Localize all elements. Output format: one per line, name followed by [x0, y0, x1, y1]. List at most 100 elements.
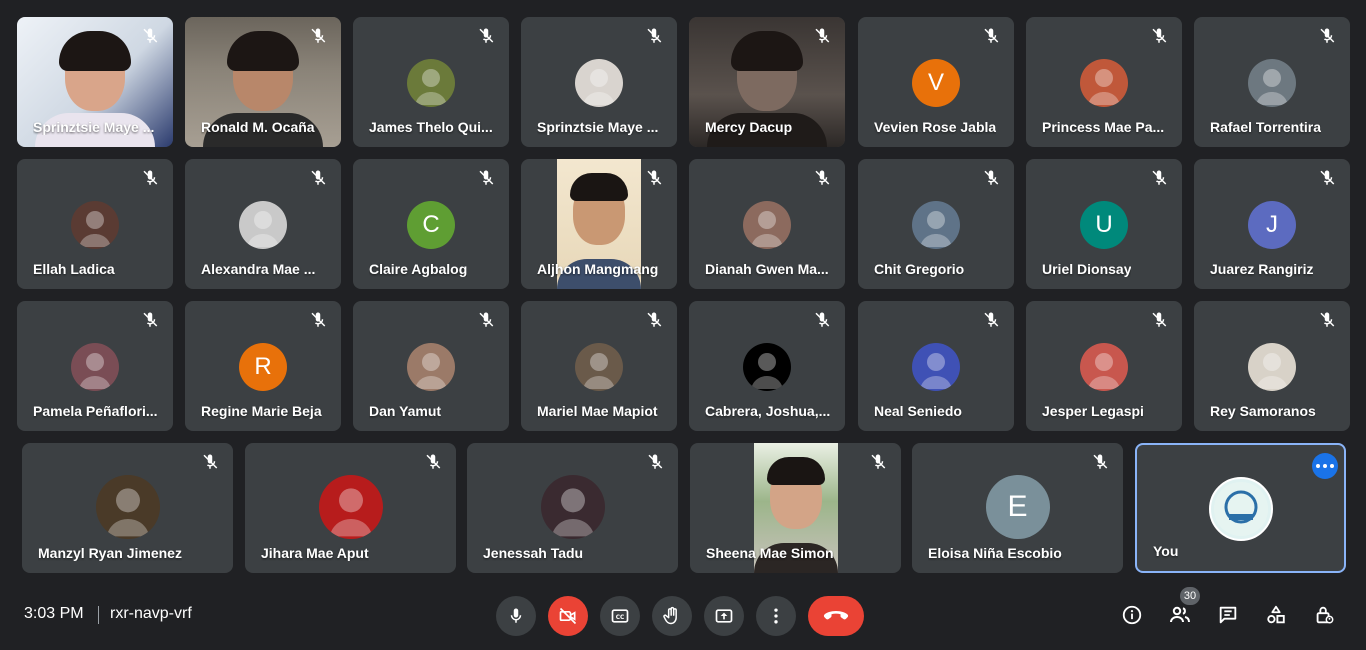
- participant-avatar: [1080, 59, 1128, 107]
- person-hair: [570, 173, 628, 201]
- avatar-initial: E: [1007, 490, 1028, 523]
- profile-photo-icon: [751, 211, 783, 247]
- participant-tile[interactable]: J Juarez Rangiriz: [1194, 159, 1350, 289]
- participant-tile[interactable]: Sprinztsie Maye ...: [521, 17, 677, 147]
- participant-tile[interactable]: Jesper Legaspi: [1026, 301, 1182, 431]
- participant-tile[interactable]: Rey Samoranos: [1194, 301, 1350, 431]
- more-options-button[interactable]: [756, 596, 796, 636]
- participant-tile[interactable]: U Uriel Dionsay: [1026, 159, 1182, 289]
- participant-tile[interactable]: Rafael Torrentira: [1194, 17, 1350, 147]
- participant-name: Cabrera, Joshua,...: [705, 403, 831, 419]
- captions-icon: CC: [611, 609, 629, 623]
- participant-tile[interactable]: Cabrera, Joshua,...: [689, 301, 845, 431]
- profile-photo-icon: [247, 211, 279, 247]
- participant-name: Aljhon Mangmang: [537, 261, 659, 277]
- participant-tile[interactable]: Ronald M. Ocaña: [185, 17, 341, 147]
- participant-tile[interactable]: You: [1135, 443, 1346, 573]
- participant-tile[interactable]: Aljhon Mangmang: [521, 159, 677, 289]
- mic-muted-icon: [1091, 453, 1109, 471]
- chat-button[interactable]: [1215, 602, 1241, 628]
- avatar-initial: J: [1266, 211, 1278, 238]
- participant-avatar: E: [985, 475, 1050, 539]
- participant-tile[interactable]: C Claire Agbalog: [353, 159, 509, 289]
- participant-tile[interactable]: V Vevien Rose Jabla: [858, 17, 1014, 147]
- raise-hand-button[interactable]: [652, 596, 692, 636]
- meeting-details-button[interactable]: [1119, 602, 1145, 628]
- mic-muted-icon: [982, 169, 1000, 187]
- svg-text:CC: CC: [616, 615, 625, 621]
- mic-muted-icon: [982, 311, 1000, 329]
- participant-avatar: [540, 475, 605, 539]
- participant-tile[interactable]: Princess Mae Pa...: [1026, 17, 1182, 147]
- participant-tile[interactable]: Chit Gregorio: [858, 159, 1014, 289]
- participant-tile[interactable]: Jenessah Tadu: [467, 443, 678, 573]
- profile-photo-icon: [920, 353, 952, 389]
- participant-tile[interactable]: E Eloisa Niña Escobio: [912, 443, 1123, 573]
- mic-muted-icon: [141, 311, 159, 329]
- camera-off-icon: [559, 607, 577, 625]
- lock-person-icon: [1316, 606, 1334, 624]
- leave-call-button[interactable]: [808, 596, 864, 636]
- mic-muted-icon: [477, 27, 495, 45]
- microphone-button[interactable]: [496, 596, 536, 636]
- participant-grid: Sprinztsie Maye ... Ronald M. Ocaña James …: [0, 0, 1366, 580]
- participant-tile[interactable]: Neal Seniedo: [858, 301, 1014, 431]
- participant-tile[interactable]: Ellah Ladica: [17, 159, 173, 289]
- participant-tile[interactable]: Jihara Mae Aput: [245, 443, 456, 573]
- participant-avatar: [912, 201, 960, 249]
- profile-photo-icon: [329, 488, 372, 537]
- mic-muted-icon: [646, 453, 664, 471]
- mic-muted-icon: [1150, 169, 1168, 187]
- clock: 3:03 PM: [24, 605, 84, 622]
- profile-photo-icon: [583, 353, 615, 389]
- activities-button[interactable]: [1263, 602, 1289, 628]
- participant-tile[interactable]: Alexandra Mae ...: [185, 159, 341, 289]
- mic-muted-icon: [813, 27, 831, 45]
- people-button[interactable]: [1167, 602, 1193, 628]
- participant-name: Manzyl Ryan Jimenez: [38, 545, 182, 561]
- mic-muted-icon: [1318, 169, 1336, 187]
- participant-name: Dan Yamut: [369, 403, 442, 419]
- participant-tile[interactable]: Dianah Gwen Ma...: [689, 159, 845, 289]
- participant-name: Ellah Ladica: [33, 261, 115, 277]
- participant-name: Pamela Peñaflori...: [33, 403, 158, 419]
- participant-avatar: [575, 59, 623, 107]
- participant-tile[interactable]: Manzyl Ryan Jimenez: [22, 443, 233, 573]
- participant-name: Dianah Gwen Ma...: [705, 261, 829, 277]
- avatar-initial: U: [1095, 211, 1113, 238]
- mic-muted-icon: [141, 169, 159, 187]
- participant-tile[interactable]: James Thelo Qui...: [353, 17, 509, 147]
- participant-tile[interactable]: Dan Yamut: [353, 301, 509, 431]
- participant-name: James Thelo Qui...: [369, 119, 493, 135]
- meeting-code[interactable]: rxr-navp-vrf: [110, 605, 192, 623]
- participant-tile[interactable]: Sheena Mae Simon: [690, 443, 901, 573]
- participant-avatar: R: [239, 343, 287, 391]
- participant-name: Sprinztsie Maye ...: [537, 119, 659, 135]
- participant-avatar: U: [1080, 201, 1128, 249]
- camera-button[interactable]: [548, 596, 588, 636]
- participant-avatar: J: [1248, 201, 1296, 249]
- host-controls-button[interactable]: [1311, 602, 1337, 628]
- participant-avatar: [318, 475, 383, 539]
- participant-avatar: [95, 475, 160, 539]
- present-icon: [715, 609, 733, 623]
- profile-photo-icon: [583, 69, 615, 105]
- participant-name: Neal Seniedo: [874, 403, 962, 419]
- mic-muted-icon: [309, 311, 327, 329]
- participant-tile[interactable]: R Regine Marie Beja: [185, 301, 341, 431]
- organization-logo-icon: [1213, 482, 1268, 536]
- participant-avatar: [743, 343, 791, 391]
- participant-tile[interactable]: Sprinztsie Maye ...: [17, 17, 173, 147]
- present-screen-button[interactable]: [704, 596, 744, 636]
- participant-name: Ronald M. Ocaña: [201, 119, 315, 135]
- mic-muted-icon: [869, 453, 887, 471]
- participant-tile[interactable]: Mariel Mae Mapiot: [521, 301, 677, 431]
- participant-tile[interactable]: Pamela Peñaflori...: [17, 301, 173, 431]
- captions-button[interactable]: CC: [600, 596, 640, 636]
- profile-photo-icon: [751, 353, 783, 389]
- person-hair: [766, 457, 825, 485]
- participant-tile[interactable]: Mercy Dacup: [689, 17, 845, 147]
- mic-muted-icon: [982, 27, 1000, 45]
- tile-options-button[interactable]: [1312, 453, 1338, 479]
- participant-avatar: [239, 201, 287, 249]
